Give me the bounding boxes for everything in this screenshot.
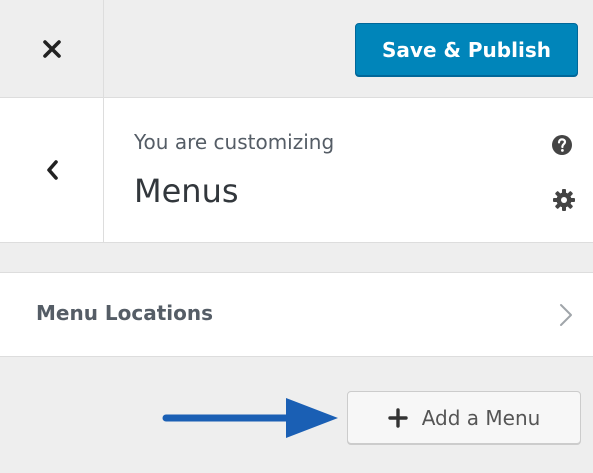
gear-icon[interactable] (552, 188, 576, 212)
panel-info (0, 98, 593, 243)
close-icon (42, 39, 61, 58)
page-title: Menus (134, 172, 239, 210)
chevron-right-icon (560, 304, 572, 326)
chevron-left-icon (46, 160, 58, 180)
annotation-arrow (162, 398, 338, 438)
section-title: Menu Locations (36, 301, 214, 325)
add-menu-label: Add a Menu (421, 405, 541, 430)
help-icon[interactable] (551, 134, 573, 156)
plus-icon (387, 407, 408, 428)
customizer-header: Save & Publish (0, 0, 593, 98)
add-menu-button[interactable]: Add a Menu (347, 391, 581, 444)
customizing-label: You are customizing (134, 130, 335, 154)
save-publish-button[interactable]: Save & Publish (355, 23, 578, 76)
back-button[interactable] (0, 98, 104, 242)
close-button[interactable] (0, 0, 104, 97)
section-menu-locations[interactable]: Menu Locations (0, 272, 593, 357)
